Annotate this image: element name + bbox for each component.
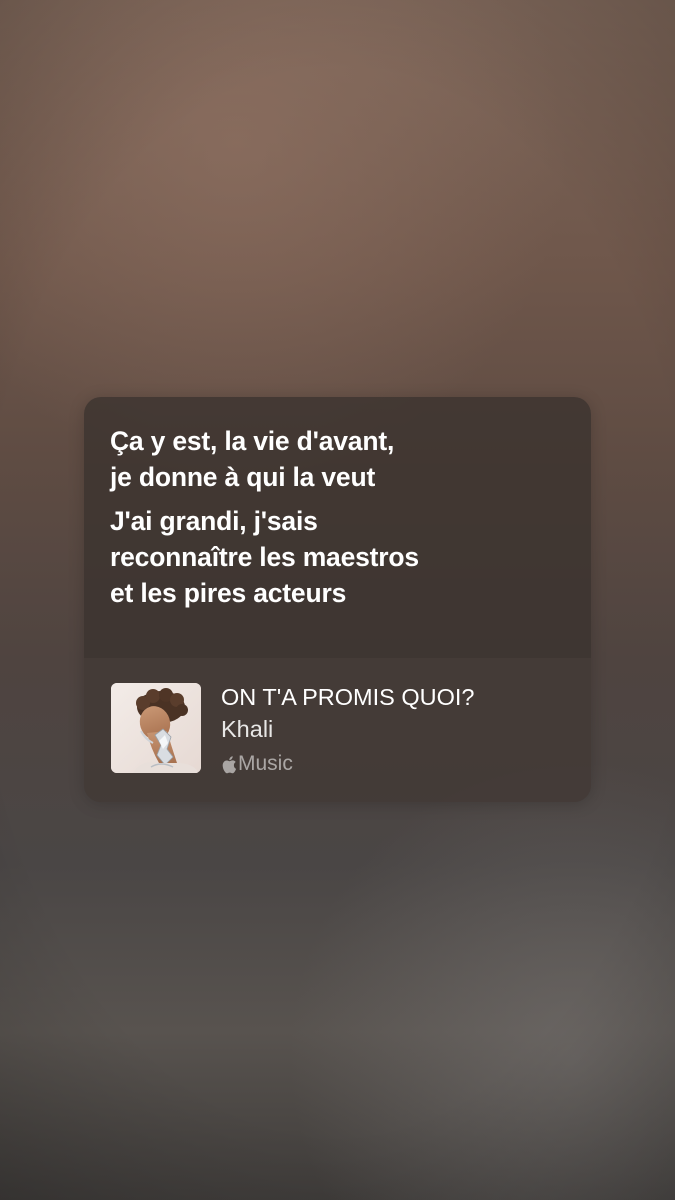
- lyrics-section: Ça y est, la vie d'avant, je donne à qui…: [84, 397, 591, 658]
- album-cover-art: [111, 683, 201, 773]
- album-cover-image[interactable]: [111, 683, 201, 773]
- track-details: ON T'A PROMIS QUOI? Khali Music: [221, 682, 474, 777]
- streaming-service-badge: Music: [221, 751, 474, 777]
- track-title: ON T'A PROMIS QUOI?: [221, 684, 475, 710]
- lyric-line-1: Ça y est, la vie d'avant, je donne à qui…: [110, 426, 395, 492]
- apple-logo-icon: [222, 755, 237, 773]
- lyrics-share-card[interactable]: Ça y est, la vie d'avant, je donne à qui…: [84, 397, 591, 802]
- service-label: Music: [238, 752, 293, 775]
- track-info-section[interactable]: ON T'A PROMIS QUOI? Khali Music: [84, 658, 591, 802]
- track-artist: Khali: [221, 716, 274, 742]
- lyric-line-2: J'ai grandi, j'sais reconnaître les maes…: [110, 506, 419, 608]
